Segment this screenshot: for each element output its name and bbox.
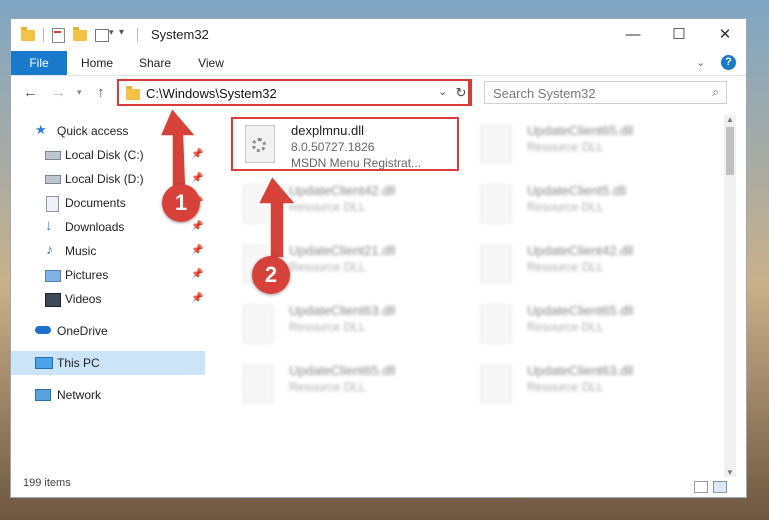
callout-step-2: 2 [252, 256, 290, 294]
arrow-to-file [256, 174, 298, 259]
arrow-to-address-bar [158, 106, 198, 191]
annotation-arrows [158, 106, 298, 259]
callout-step-1: 1 [162, 184, 200, 222]
